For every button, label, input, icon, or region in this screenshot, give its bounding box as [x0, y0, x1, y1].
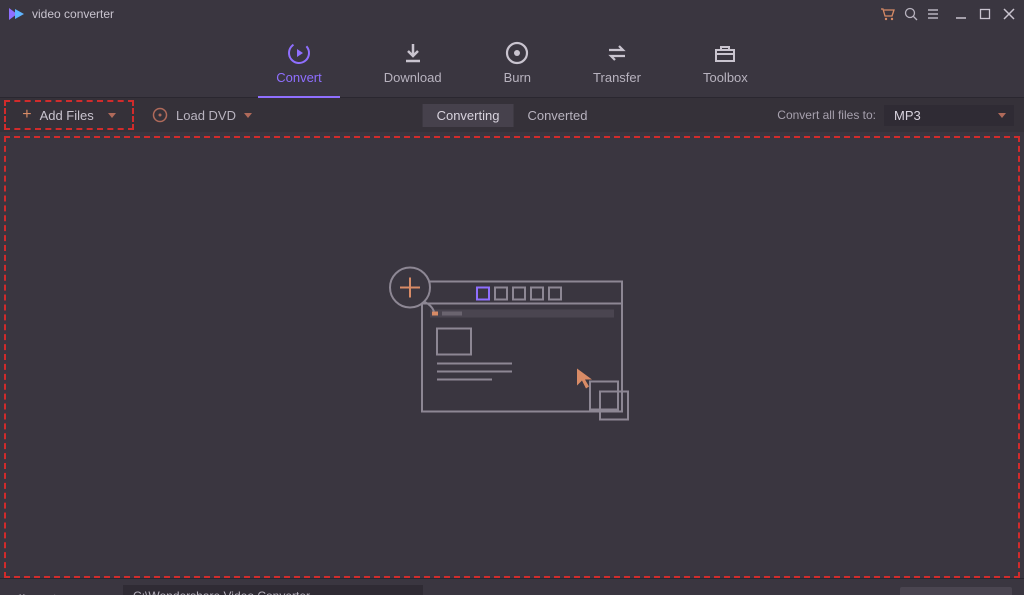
- convert-icon: [286, 40, 312, 66]
- burn-icon: [504, 40, 530, 66]
- play-logo-icon: [8, 7, 26, 21]
- close-icon[interactable]: [1002, 7, 1016, 21]
- nav-transfer[interactable]: Transfer: [593, 27, 641, 97]
- nav-convert[interactable]: Convert: [276, 27, 322, 97]
- app-logo: video converter: [8, 7, 114, 21]
- titlebar-extra: [880, 7, 940, 21]
- app-title: video converter: [32, 7, 114, 21]
- chevron-down-icon: [244, 111, 252, 119]
- tab-label: Converted: [527, 108, 587, 123]
- output-format-value: MP3: [894, 108, 921, 123]
- plus-icon: +: [22, 107, 31, 123]
- transfer-icon: [604, 40, 630, 66]
- menu-icon[interactable]: [926, 7, 940, 21]
- output-path-value: C:\Wondershare Video Converter Ultimate\…: [133, 589, 393, 595]
- minimize-icon[interactable]: [954, 7, 968, 21]
- nav-download[interactable]: Download: [384, 27, 442, 97]
- tab-label: Converting: [437, 108, 500, 123]
- nav-burn[interactable]: Burn: [504, 27, 531, 97]
- disc-icon: [152, 107, 168, 123]
- add-files-label: Add Files: [40, 108, 94, 123]
- status-tabs: Converting Converted: [423, 104, 602, 127]
- nav-label: Download: [384, 70, 442, 85]
- load-dvd-button[interactable]: Load DVD: [152, 107, 252, 123]
- tab-converted[interactable]: Converted: [513, 104, 601, 127]
- output-path-area: Output C:\Wondershare Video Converter Ul…: [76, 585, 453, 595]
- maximize-icon[interactable]: [978, 7, 992, 21]
- main-nav: Convert Download Burn Transfer Toolbox: [0, 28, 1024, 98]
- output-format-area: Convert all files to: MP3: [777, 105, 1014, 126]
- nav-label: Toolbox: [703, 70, 748, 85]
- chevron-down-icon: [998, 111, 1006, 119]
- download-icon: [400, 40, 426, 66]
- convert-all-to-label: Convert all files to:: [777, 108, 876, 122]
- add-files-button[interactable]: + Add Files: [4, 100, 134, 130]
- nav-label: Burn: [504, 70, 531, 85]
- output-format-select[interactable]: MP3: [884, 105, 1014, 126]
- nav-label: Convert: [276, 70, 322, 85]
- chevron-down-icon: [108, 111, 116, 119]
- titlebar: video converter: [0, 0, 1024, 28]
- window-controls: [954, 7, 1016, 21]
- convert-all-button[interactable]: Convert All: [900, 587, 1012, 595]
- search-icon[interactable]: [904, 7, 918, 21]
- toolbar: + Add Files Load DVD Converting Converte…: [0, 98, 1024, 132]
- output-path-select[interactable]: C:\Wondershare Video Converter Ultimate\…: [123, 585, 423, 595]
- nav-label: Transfer: [593, 70, 641, 85]
- toolbox-icon: [712, 40, 738, 66]
- cart-icon[interactable]: [880, 7, 896, 21]
- bottombar: Output C:\Wondershare Video Converter Ul…: [0, 578, 1024, 595]
- drop-area[interactable]: [4, 136, 1020, 578]
- load-dvd-label: Load DVD: [176, 108, 236, 123]
- nav-toolbox[interactable]: Toolbox: [703, 27, 748, 97]
- empty-state-illustration: [382, 264, 642, 434]
- tab-converting[interactable]: Converting: [423, 104, 514, 127]
